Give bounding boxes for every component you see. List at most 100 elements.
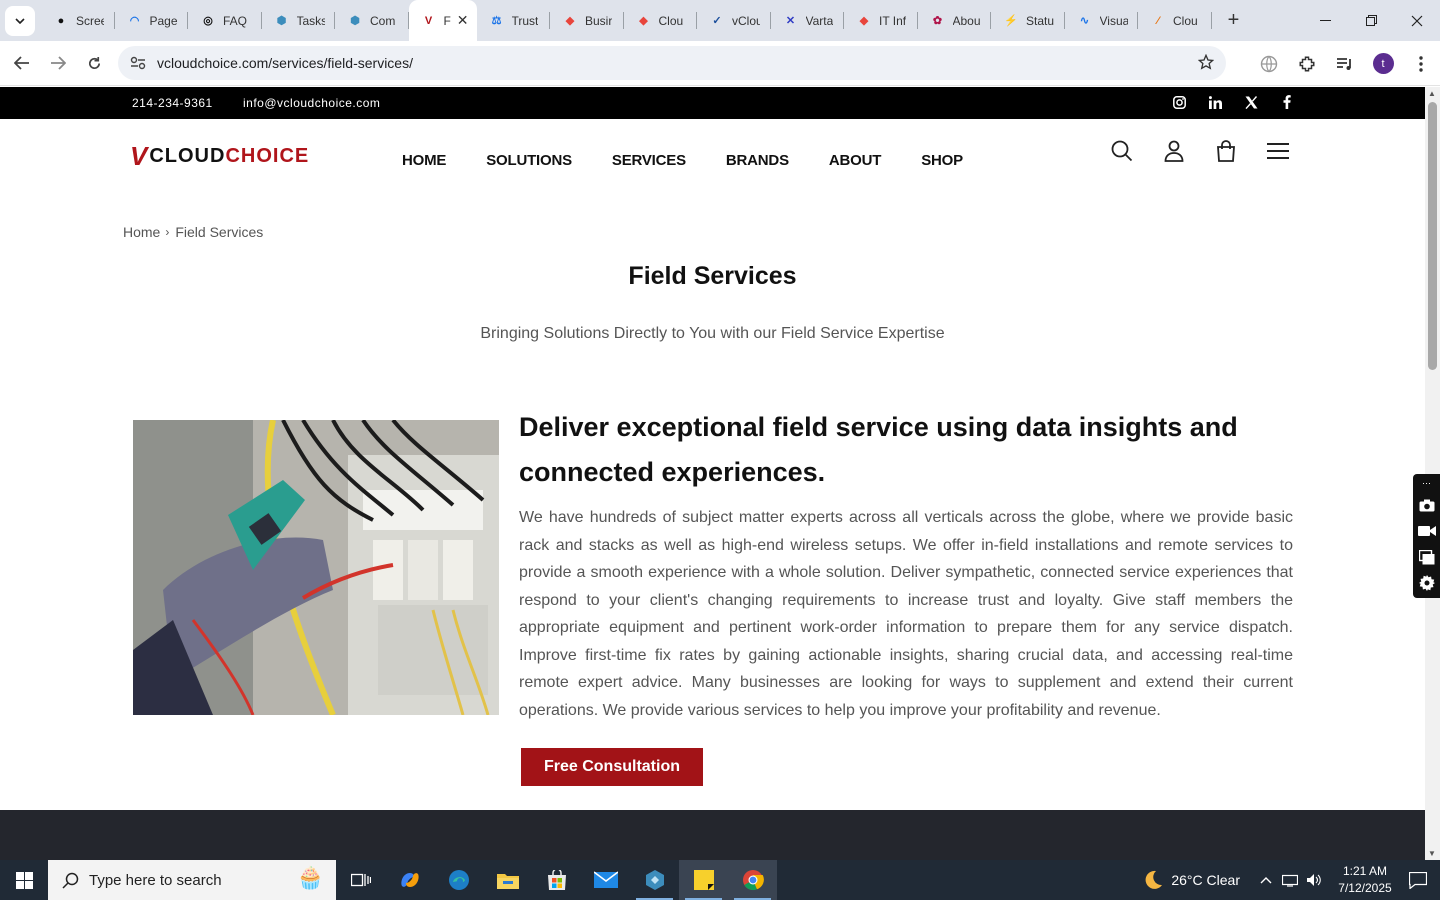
vcloud-icon: V	[424, 14, 433, 27]
header-actions	[1110, 139, 1290, 163]
nav-about[interactable]: ABOUT	[829, 152, 882, 169]
tab[interactable]: ◎ FAQ	[188, 0, 262, 41]
tab-search-button[interactable]	[5, 5, 35, 36]
nav-shop[interactable]: SHOP	[921, 152, 963, 169]
taskbar-clock[interactable]: 1:21 AM 7/12/2025	[1334, 863, 1396, 897]
search-icon[interactable]	[1110, 139, 1134, 163]
phone-link[interactable]: 214-234-9361	[132, 96, 213, 110]
site-logo[interactable]: V CLOUD CHOICE	[130, 141, 309, 172]
page-subtitle: Bringing Solutions Directly to You with …	[480, 325, 945, 342]
extensions-icon[interactable]	[1288, 55, 1326, 73]
chrome-icon[interactable]	[728, 860, 777, 900]
tab[interactable]: ⚡ Statu	[991, 0, 1065, 41]
network-icon[interactable]	[1278, 873, 1302, 887]
taskbar-search-box[interactable]: Type here to search 🧁	[48, 860, 336, 900]
back-button[interactable]	[4, 45, 40, 81]
taskbar-apps	[336, 860, 777, 900]
more-dots-icon[interactable]: ⋯	[1418, 478, 1436, 488]
social-links	[1171, 94, 1295, 110]
tab[interactable]: ◆ Busir	[550, 0, 624, 41]
close-tab-icon[interactable]: ✕	[457, 12, 469, 29]
tag-icon: ◆	[565, 15, 575, 27]
tab[interactable]: ⬢ Com	[335, 0, 409, 41]
page-title: Field Services	[628, 262, 797, 290]
start-button[interactable]	[0, 860, 48, 900]
tab-title: Trust	[511, 13, 539, 28]
scrollbar-thumb[interactable]	[1428, 102, 1437, 370]
tab[interactable]: ✓ vClou	[697, 0, 771, 41]
tag-icon: ◆	[859, 15, 869, 27]
x-brand-icon: ✕	[785, 15, 796, 27]
breadcrumb-current: Field Services	[175, 224, 264, 240]
linkedin-icon[interactable]	[1207, 94, 1223, 110]
address-bar[interactable]: vcloudchoice.com/services/field-services…	[118, 46, 1226, 80]
task-view-icon[interactable]	[336, 860, 385, 900]
chevron-up-icon[interactable]	[1254, 876, 1278, 884]
tab[interactable]: ∿ Visua	[1065, 0, 1139, 41]
app-hexagon-icon[interactable]	[630, 860, 679, 900]
profile-avatar[interactable]: t	[1364, 53, 1402, 74]
volume-icon[interactable]	[1302, 873, 1326, 887]
nav-services[interactable]: SERVICES	[612, 152, 686, 169]
free-consultation-button[interactable]: Free Consultation	[521, 748, 703, 786]
tab-title: Statu	[1026, 13, 1054, 28]
video-icon[interactable]	[1417, 522, 1436, 540]
hamburger-menu-icon[interactable]	[1266, 139, 1290, 163]
nav-home[interactable]: HOME	[402, 152, 446, 169]
logo-word-cloud: CLOUD	[149, 145, 226, 167]
new-tab-button[interactable]: +	[1220, 9, 1248, 32]
forward-button[interactable]	[40, 45, 76, 81]
breadcrumb-home[interactable]: Home	[123, 224, 160, 240]
instagram-icon[interactable]	[1171, 94, 1187, 110]
browser-toolbar: vcloudchoice.com/services/field-services…	[0, 41, 1440, 86]
copilot-icon[interactable]	[385, 860, 434, 900]
gauge-icon: ◠	[129, 15, 140, 27]
tab[interactable]: ◠ Page	[115, 0, 189, 41]
scroll-up-icon[interactable]: ▲	[1428, 89, 1436, 98]
windows-logo-icon	[15, 871, 33, 889]
tab-active[interactable]: V F ✕	[408, 0, 477, 41]
edge-browser-icon[interactable]	[434, 860, 483, 900]
footer-section	[0, 810, 1425, 860]
microsoft-store-icon[interactable]	[532, 860, 581, 900]
reload-button[interactable]	[76, 45, 112, 81]
tab[interactable]: ◆ Clou	[624, 0, 698, 41]
arrow-right-icon	[51, 56, 66, 70]
nav-brands[interactable]: BRANDS	[726, 152, 789, 169]
account-icon[interactable]	[1162, 139, 1186, 163]
x-twitter-icon[interactable]	[1243, 94, 1259, 110]
tab-title: Varta	[805, 13, 834, 28]
weather-widget[interactable]: 26°C Clear	[1141, 869, 1240, 891]
bookmark-star-icon[interactable]	[1197, 53, 1215, 75]
email-link[interactable]: info@vcloudchoice.com	[243, 96, 380, 110]
close-window-button[interactable]	[1394, 0, 1440, 41]
tab[interactable]: ● Scree	[41, 0, 115, 41]
facebook-icon[interactable]	[1279, 94, 1295, 110]
translate-icon[interactable]	[1250, 55, 1288, 73]
restore-button[interactable]	[1348, 0, 1394, 41]
tab[interactable]: ⁄ Clou	[1138, 0, 1212, 41]
notification-icon[interactable]	[1396, 871, 1440, 889]
window-controls	[1302, 0, 1440, 41]
camera-icon[interactable]	[1418, 496, 1436, 514]
tab-title: Abou	[952, 13, 981, 28]
media-controls-icon[interactable]	[1326, 56, 1364, 72]
tab[interactable]: ⬢ Tasks	[262, 0, 336, 41]
site-info-icon[interactable]	[126, 56, 150, 70]
tab[interactable]: ◆ IT Inf	[844, 0, 918, 41]
shopping-bag-icon[interactable]	[1214, 139, 1238, 163]
minimize-button[interactable]	[1302, 0, 1348, 41]
sticky-notes-icon[interactable]	[679, 860, 728, 900]
copy-window-icon[interactable]	[1418, 548, 1436, 566]
mail-icon[interactable]	[581, 860, 630, 900]
tab[interactable]: ✿ Abou	[918, 0, 992, 41]
menu-kebab-icon[interactable]	[1402, 55, 1440, 72]
tab[interactable]: ⚖ Trust	[477, 0, 551, 41]
clock-time: 1:21 AM	[1342, 864, 1388, 878]
file-explorer-icon[interactable]	[483, 860, 532, 900]
scroll-down-icon[interactable]: ▼	[1428, 849, 1436, 858]
nav-solutions[interactable]: SOLUTIONS	[486, 152, 572, 169]
tab[interactable]: ✕ Varta	[771, 0, 845, 41]
gear-icon[interactable]	[1418, 574, 1436, 592]
tab-title: F	[443, 13, 451, 28]
